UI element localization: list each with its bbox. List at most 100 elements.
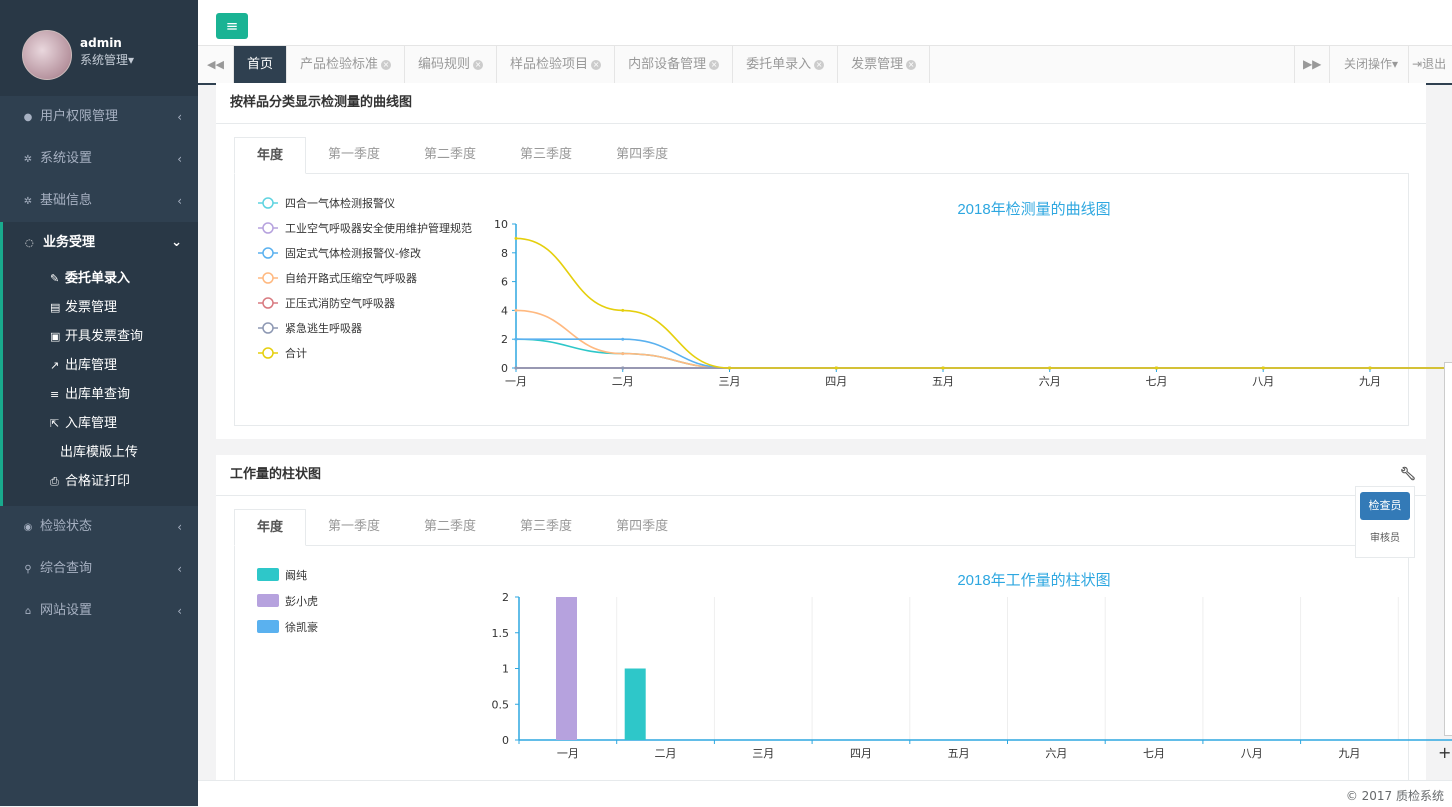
legend-label: 合计 [285, 346, 307, 360]
tabs-right-controls: ▶▶ 关闭操作▾ ⇥退出 [1293, 46, 1452, 83]
avatar[interactable] [22, 30, 72, 80]
sidebar-item-comprehensive-query[interactable]: ⚲ 综合查询 ‹ [0, 548, 198, 590]
scrollbar-stub[interactable] [1444, 362, 1452, 736]
tab-q2[interactable]: 第二季度 [402, 509, 498, 545]
logout-button[interactable]: ⇥退出 [1408, 46, 1452, 83]
tab-year[interactable]: 年度 [234, 509, 307, 546]
sidebar-item-system-settings[interactable]: ✲ 系统设置 ‹ [0, 138, 198, 180]
close-icon[interactable]: × [906, 59, 917, 70]
user-icon: ● [23, 112, 33, 123]
sidebar-item-label: 检验状态 [40, 519, 93, 534]
gear-icon: ✲ [23, 196, 33, 207]
legend-swatch [257, 568, 279, 581]
tab-internal-equipment[interactable]: 内部设备管理 × [615, 46, 734, 83]
tab-sample-items[interactable]: 样品检验项目 × [497, 46, 616, 83]
bar-chart: 2018年工作量的柱状图 阚纯彭小虎徐凯豪 0 0.5 1 1.5 2 一月 二月 三月 四月 五月 六… [257, 568, 1452, 762]
x-tick-label: 八月 [1241, 747, 1263, 760]
tab-year[interactable]: 年度 [234, 137, 307, 174]
legend-label: 阚纯 [285, 568, 307, 582]
legend-marker [262, 347, 274, 359]
chart-title: 2018年工作量的柱状图 [957, 572, 1110, 589]
legend-label: 彭小虎 [285, 594, 318, 608]
sidebar: admin 系统管理▾ ● 用户权限管理 ‹ ✲ 系统设置 ‹ ✲ 基础信息 ‹ ◌ 业务受理… [0, 0, 198, 806]
submenu-label: 入库管理 [65, 416, 118, 431]
submenu-item-certificate-print[interactable]: ⎙ 合格证打印 [3, 467, 198, 496]
y-tick-label: 8 [501, 247, 508, 260]
x-tick-label: 三月 [752, 747, 774, 760]
reviewer-item[interactable]: 审核员 [1360, 529, 1410, 544]
scroll-tabs-left-button[interactable]: ◀◀ [198, 46, 234, 83]
inspector-button[interactable]: 检查员 [1360, 492, 1410, 520]
submenu-item-template-upload[interactable]: 出库模版上传 [3, 438, 198, 467]
tab-order-entry[interactable]: 委托单录入 × [733, 46, 839, 83]
legend-marker [262, 272, 274, 284]
comments-icon: ◌ [25, 238, 34, 249]
close-operations-dropdown[interactable]: 关闭操作▾ [1328, 46, 1408, 83]
y-tick-label: 1 [502, 663, 509, 676]
tab-q1[interactable]: 第一季度 [306, 137, 402, 173]
close-icon[interactable]: × [814, 59, 825, 70]
tab-q2[interactable]: 第二季度 [402, 137, 498, 173]
x-tick-label: 七月 [1146, 375, 1168, 388]
tab-q4[interactable]: 第四季度 [594, 509, 690, 545]
panel-title: 工作量的柱状图 🔧︎ [216, 455, 1426, 496]
tab-q3[interactable]: 第三季度 [498, 509, 594, 545]
legend-swatch [257, 620, 279, 633]
menu-toggle-button[interactable]: ≡ [216, 13, 248, 39]
sidebar-item-label: 网站设置 [40, 603, 93, 618]
sidebar-nav: ● 用户权限管理 ‹ ✲ 系统设置 ‹ ✲ 基础信息 ‹ ◌ 业务受理 ⌄ ✎ 委托单录入 ▤ 发票… [0, 96, 198, 632]
x-tick-label: 五月 [948, 747, 970, 760]
logout-label: 退出 [1422, 57, 1447, 71]
tab-q4[interactable]: 第四季度 [594, 137, 690, 173]
bar [556, 597, 577, 740]
submenu-item-outbound-query[interactable]: ≡ 出库单查询 [3, 380, 198, 409]
print-icon: ⎙ [50, 475, 59, 488]
tab-invoice-manage[interactable]: 发票管理 × [838, 46, 931, 83]
y-tick-label: 2 [502, 591, 509, 604]
close-icon[interactable]: × [381, 59, 392, 70]
sidebar-item-user-permissions[interactable]: ● 用户权限管理 ‹ [0, 96, 198, 138]
x-tick-label: 四月 [825, 375, 847, 388]
sidebar-item-basic-info[interactable]: ✲ 基础信息 ‹ [0, 180, 198, 222]
list-icon: ≡ [50, 388, 60, 401]
role-panel: 检查员 审核员 [1355, 486, 1415, 558]
tab-q3[interactable]: 第三季度 [498, 137, 594, 173]
scroll-tabs-right-button[interactable]: ▶▶ [1293, 46, 1329, 83]
sidebar-item-inspection-status[interactable]: ◉ 检验状态 ‹ [0, 506, 198, 548]
gear-icon: ✲ [23, 154, 33, 165]
series-line [515, 237, 1452, 369]
legend-label: 固定式气体检测报警仪-修改 [285, 246, 421, 260]
tab-code-rules[interactable]: 编码规则 × [405, 46, 498, 83]
legend-label: 紧急逃生呼吸器 [285, 321, 362, 335]
tab-q1[interactable]: 第一季度 [306, 509, 402, 545]
close-icon[interactable]: × [591, 59, 602, 70]
data-point [621, 366, 625, 370]
x-tick-label: 五月 [932, 375, 954, 388]
submenu-item-invoice-manage[interactable]: ▤ 发票管理 [3, 293, 198, 322]
close-icon[interactable]: × [709, 59, 720, 70]
sidebar-item-site-settings[interactable]: ⌂ 网站设置 ‹ [0, 590, 198, 632]
tab-home[interactable]: 首页 [234, 46, 288, 83]
tab-label: 内部设备管理 [628, 57, 707, 72]
user-name: admin [80, 36, 122, 50]
submenu-item-invoice-query[interactable]: ▣ 开具发票查询 [3, 322, 198, 351]
tab-product-standard[interactable]: 产品检验标准 × [287, 46, 406, 83]
chevron-left-icon: ‹ [177, 562, 182, 576]
series-line [515, 309, 1452, 369]
x-tick-label: 二月 [612, 375, 634, 388]
submenu-item-order-entry[interactable]: ✎ 委托单录入 [3, 264, 198, 293]
caret-down-icon: ▾ [1391, 57, 1398, 71]
x-tick-label: 七月 [1143, 747, 1165, 760]
sidebar-item-label: 基础信息 [40, 193, 93, 208]
user-role: 系统管理 [80, 53, 129, 67]
close-icon[interactable]: × [473, 59, 484, 70]
submenu-item-outbound-manage[interactable]: ↗ 出库管理 [3, 351, 198, 380]
sidebar-item-business-header[interactable]: ◌ 业务受理 ⌄ [3, 222, 198, 264]
sidebar-item-label: 综合查询 [40, 561, 93, 576]
user-role-dropdown[interactable]: 系统管理▾ [80, 51, 134, 68]
more-icon: + [1438, 743, 1451, 762]
bar [624, 668, 646, 740]
y-tick-label: 10 [494, 218, 508, 231]
submenu-item-inbound-manage[interactable]: ⇱ 入库管理 [3, 409, 198, 438]
legend-marker [262, 247, 274, 259]
